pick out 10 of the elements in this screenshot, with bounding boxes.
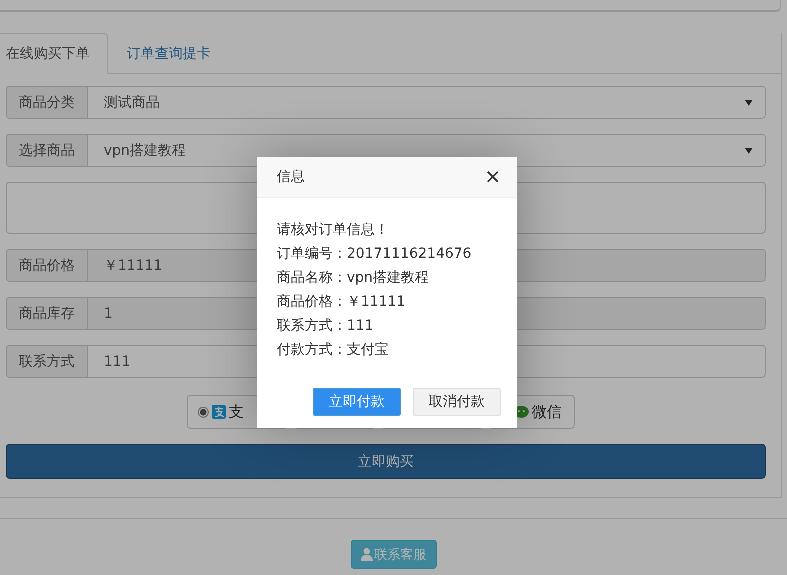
field-label: 联系方式 [7,346,88,377]
dialog-text: 订单编号：20171116214676 [277,245,473,264]
field-label: 商品价格 [7,250,88,281]
dialog-text: 付款方式：支付宝 [277,341,390,360]
dialog-text: 联系方式：111 [277,317,375,336]
dialog-text: 请核对订单信息！ [277,221,390,240]
dialog-text: 商品价格：￥11111 [277,293,407,312]
dialog-text: 商品名称：vpn搭建教程 [277,269,430,288]
field-label: 商品库存 [7,298,88,329]
dialog-title: 信息 [277,168,305,186]
